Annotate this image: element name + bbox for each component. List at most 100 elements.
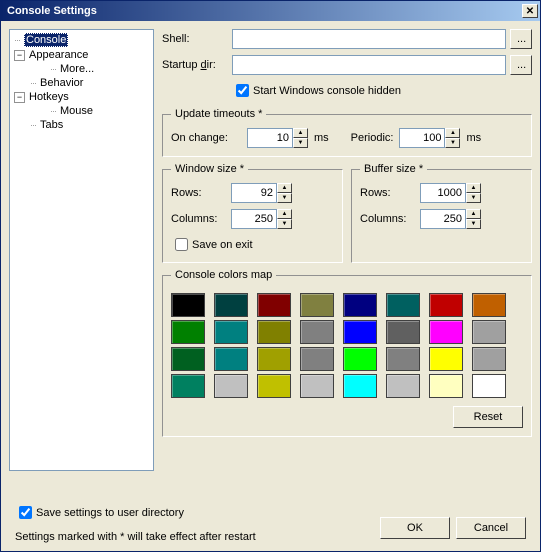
buffer-cols-label: Columns: <box>360 213 420 225</box>
content-area: ···Console −Appearance ···More... ···Beh… <box>1 21 540 551</box>
window-rows-label: Rows: <box>171 187 231 199</box>
collapse-icon[interactable]: − <box>14 92 25 103</box>
category-tree[interactable]: ···Console −Appearance ···More... ···Beh… <box>9 29 154 471</box>
spinner-down-icon[interactable]: ▼ <box>466 193 481 203</box>
spinner-up-icon[interactable]: ▲ <box>466 209 481 219</box>
color-grid <box>171 293 523 398</box>
color-swatch-24[interactable] <box>171 374 205 398</box>
color-swatch-23[interactable] <box>472 347 506 371</box>
color-swatch-20[interactable] <box>343 347 377 371</box>
window-title: Console Settings <box>7 5 522 17</box>
color-swatch-4[interactable] <box>343 293 377 317</box>
tree-item-behavior[interactable]: ···Behavior <box>12 76 151 90</box>
color-swatch-15[interactable] <box>472 320 506 344</box>
color-swatch-26[interactable] <box>257 374 291 398</box>
titlebar: Console Settings ✕ <box>1 1 540 21</box>
spinner-down-icon[interactable]: ▼ <box>445 138 460 148</box>
save-user-dir-label: Save settings to user directory <box>36 507 184 519</box>
color-swatch-1[interactable] <box>214 293 248 317</box>
color-swatch-12[interactable] <box>343 320 377 344</box>
color-swatch-19[interactable] <box>300 347 334 371</box>
buffer-cols-input[interactable] <box>420 209 466 229</box>
startup-dir-browse-button[interactable]: ... <box>510 55 532 75</box>
color-swatch-13[interactable] <box>386 320 420 344</box>
spinner-up-icon[interactable]: ▲ <box>277 209 292 219</box>
color-swatch-27[interactable] <box>300 374 334 398</box>
update-timeouts-legend: Update timeouts * <box>171 108 266 120</box>
color-swatch-11[interactable] <box>300 320 334 344</box>
close-button[interactable]: ✕ <box>522 4 538 18</box>
collapse-icon[interactable]: − <box>14 50 25 61</box>
spinner-down-icon[interactable]: ▼ <box>277 193 292 203</box>
restart-note: Settings marked with * will take effect … <box>15 531 256 543</box>
tree-line-icon: ··· <box>50 106 56 116</box>
settings-panel: Shell: ... Startup dir: ... Start Window… <box>162 29 532 471</box>
start-hidden-checkbox[interactable] <box>236 84 249 97</box>
color-swatch-30[interactable] <box>429 374 463 398</box>
color-swatch-22[interactable] <box>429 347 463 371</box>
window-rows-input[interactable] <box>231 183 277 203</box>
color-swatch-9[interactable] <box>214 320 248 344</box>
periodic-input[interactable] <box>399 128 445 148</box>
color-swatch-3[interactable] <box>300 293 334 317</box>
color-swatch-31[interactable] <box>472 374 506 398</box>
window-size-group: Window size * Rows:▲▼ Columns:▲▼ Save on… <box>162 163 343 263</box>
ms-label: ms <box>314 132 329 144</box>
spinner-up-icon[interactable]: ▲ <box>293 128 308 138</box>
on-change-label: On change: <box>171 132 241 144</box>
cancel-button[interactable]: Cancel <box>456 517 526 539</box>
window-cols-label: Columns: <box>171 213 231 225</box>
buffer-rows-label: Rows: <box>360 187 420 199</box>
shell-browse-button[interactable]: ... <box>510 29 532 49</box>
color-swatch-5[interactable] <box>386 293 420 317</box>
startup-dir-input[interactable] <box>232 55 506 75</box>
tree-item-more[interactable]: ···More... <box>12 62 151 76</box>
color-swatch-2[interactable] <box>257 293 291 317</box>
reset-button[interactable]: Reset <box>453 406 523 428</box>
shell-label: Shell: <box>162 33 232 45</box>
color-swatch-25[interactable] <box>214 374 248 398</box>
color-swatch-17[interactable] <box>214 347 248 371</box>
spinner-up-icon[interactable]: ▲ <box>466 183 481 193</box>
tree-item-console[interactable]: ···Console <box>12 32 151 48</box>
ms-label: ms <box>466 132 481 144</box>
color-swatch-10[interactable] <box>257 320 291 344</box>
colors-group: Console colors map Reset <box>162 269 532 437</box>
tree-item-hotkeys[interactable]: −Hotkeys <box>12 90 151 104</box>
shell-input[interactable] <box>232 29 506 49</box>
colors-legend: Console colors map <box>171 269 276 281</box>
color-swatch-0[interactable] <box>171 293 205 317</box>
buffer-size-legend: Buffer size * <box>360 163 427 175</box>
save-user-dir-checkbox[interactable] <box>19 506 32 519</box>
tree-item-tabs[interactable]: ···Tabs <box>12 118 151 132</box>
window-cols-input[interactable] <box>231 209 277 229</box>
spinner-down-icon[interactable]: ▼ <box>293 138 308 148</box>
periodic-label: Periodic: <box>351 132 394 144</box>
spinner-up-icon[interactable]: ▲ <box>445 128 460 138</box>
color-swatch-16[interactable] <box>171 347 205 371</box>
buffer-rows-input[interactable] <box>420 183 466 203</box>
tree-line-icon: ··· <box>14 35 20 45</box>
tree-line-icon: ··· <box>50 64 56 74</box>
on-change-input[interactable] <box>247 128 293 148</box>
save-on-exit-label: Save on exit <box>192 239 253 251</box>
start-hidden-label: Start Windows console hidden <box>253 85 401 97</box>
color-swatch-28[interactable] <box>343 374 377 398</box>
settings-window: Console Settings ✕ ···Console −Appearanc… <box>0 0 541 552</box>
color-swatch-14[interactable] <box>429 320 463 344</box>
tree-item-mouse[interactable]: ···Mouse <box>12 104 151 118</box>
tree-item-appearance[interactable]: −Appearance <box>12 48 151 62</box>
color-swatch-8[interactable] <box>171 320 205 344</box>
spinner-down-icon[interactable]: ▼ <box>277 219 292 229</box>
spinner-up-icon[interactable]: ▲ <box>277 183 292 193</box>
spinner-down-icon[interactable]: ▼ <box>466 219 481 229</box>
window-size-legend: Window size * <box>171 163 248 175</box>
color-swatch-18[interactable] <box>257 347 291 371</box>
ok-button[interactable]: OK <box>380 517 450 539</box>
tree-line-icon: ··· <box>30 78 36 88</box>
color-swatch-21[interactable] <box>386 347 420 371</box>
color-swatch-6[interactable] <box>429 293 463 317</box>
color-swatch-29[interactable] <box>386 374 420 398</box>
save-on-exit-checkbox[interactable] <box>175 238 188 251</box>
color-swatch-7[interactable] <box>472 293 506 317</box>
